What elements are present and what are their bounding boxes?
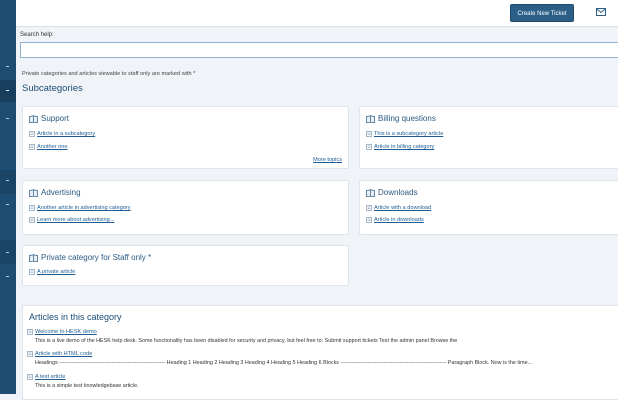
- book-icon: [366, 114, 375, 123]
- category-title-billing[interactable]: Billing questions: [366, 114, 436, 123]
- articles-section-title: Articles in this category: [29, 312, 122, 322]
- document-icon: [27, 374, 33, 380]
- article-excerpt: This is a simple test knowledgebase arti…: [35, 383, 139, 389]
- article-link[interactable]: Article in billing category: [366, 144, 434, 150]
- article-link-text[interactable]: Another one: [37, 144, 67, 150]
- document-icon: [366, 205, 372, 211]
- document-icon: [29, 205, 35, 211]
- article-link-text[interactable]: Article in downloads: [374, 217, 424, 223]
- document-icon: [366, 144, 372, 150]
- category-title-text: Private category for Staff only *: [41, 253, 152, 262]
- category-title-text: Billing questions: [378, 114, 436, 123]
- article-link[interactable]: Another one: [29, 144, 67, 150]
- left-sidebar: [0, 0, 16, 394]
- category-title-private[interactable]: Private category for Staff only *: [29, 253, 151, 262]
- article-link[interactable]: A private article: [29, 269, 75, 275]
- article-link-text[interactable]: Article in billing category: [374, 144, 434, 150]
- document-icon: [29, 217, 35, 223]
- book-icon: [29, 114, 38, 123]
- article-excerpt: Headings -------------------------------…: [35, 360, 533, 366]
- articles-section: Articles in this category Welcome to HES…: [22, 305, 618, 400]
- category-title-text: Advertising: [41, 188, 81, 197]
- create-ticket-button[interactable]: Create New Ticket: [510, 4, 574, 22]
- category-title-text: Downloads: [378, 188, 418, 197]
- article-link-text[interactable]: A private article: [37, 269, 75, 275]
- sidebar-item-4[interactable]: [6, 204, 9, 205]
- article-link-text[interactable]: Learn more about advertising...: [37, 217, 114, 223]
- category-title-advertising[interactable]: Advertising: [29, 188, 81, 197]
- sidebar-item-active-marker: [6, 90, 9, 91]
- book-icon: [29, 188, 38, 197]
- article-title-link[interactable]: Welcome to HESK demo: [27, 329, 97, 335]
- category-title-text: Support: [41, 114, 70, 123]
- article-link[interactable]: Article with a download: [366, 205, 431, 211]
- article-link[interactable]: Learn more about advertising...: [29, 217, 114, 223]
- sidebar-item-3[interactable]: [6, 180, 9, 181]
- article-title-text[interactable]: A test article: [35, 374, 65, 380]
- article-title-link[interactable]: Article with HTML code: [27, 351, 92, 357]
- document-icon: [29, 131, 35, 137]
- article-link[interactable]: Another article in advertising category: [29, 205, 131, 211]
- sidebar-item-6[interactable]: [6, 276, 9, 277]
- article-title-text[interactable]: Welcome to HESK demo: [35, 329, 97, 335]
- search-input[interactable]: [20, 42, 618, 58]
- mail-icon[interactable]: [596, 8, 606, 16]
- document-icon: [366, 217, 372, 223]
- document-icon: [27, 351, 33, 357]
- subcategories-heading: Subcategories: [22, 83, 83, 94]
- article-link-text[interactable]: This is a subcategory article: [374, 131, 443, 137]
- article-title-link[interactable]: A test article: [27, 374, 65, 380]
- category-card-advertising: Advertising Another article in advertisi…: [22, 180, 349, 235]
- article-link-text[interactable]: Article with a download: [374, 205, 431, 211]
- private-notice: Private categories and articles viewable…: [22, 71, 196, 77]
- book-icon: [29, 253, 38, 262]
- sidebar-item-active[interactable]: [0, 80, 16, 102]
- document-icon: [29, 269, 35, 275]
- article-link[interactable]: Article in a subcategory: [29, 131, 95, 137]
- category-card-billing: Billing questions This is a subcategory …: [359, 106, 618, 169]
- category-card-private: Private category for Staff only * A priv…: [22, 245, 349, 286]
- category-card-downloads: Downloads Article with a download Articl…: [359, 180, 618, 235]
- document-icon: [27, 329, 33, 335]
- top-header: Create New Ticket: [16, 0, 618, 27]
- article-link[interactable]: Article in downloads: [366, 217, 424, 223]
- sidebar-item-5[interactable]: [6, 252, 9, 253]
- category-title-support[interactable]: Support: [29, 114, 69, 123]
- category-card-support: Support Article in a subcategory Another…: [22, 106, 349, 169]
- article-title-text[interactable]: Article with HTML code: [35, 351, 92, 357]
- book-icon: [366, 188, 375, 197]
- article-link-text[interactable]: Another article in advertising category: [37, 205, 131, 211]
- article-link-text[interactable]: Article in a subcategory: [37, 131, 95, 137]
- document-icon: [29, 144, 35, 150]
- document-icon: [366, 131, 372, 137]
- more-topics-link[interactable]: More topics: [313, 157, 342, 163]
- article-link[interactable]: This is a subcategory article: [366, 131, 443, 137]
- article-excerpt: This is a live demo of the HESK help des…: [35, 338, 458, 344]
- category-title-downloads[interactable]: Downloads: [366, 188, 418, 197]
- sidebar-item-1[interactable]: [6, 66, 9, 67]
- sidebar-item-2[interactable]: [6, 118, 9, 119]
- sidebar-band: [0, 170, 16, 194]
- search-label: Search help:: [20, 32, 54, 38]
